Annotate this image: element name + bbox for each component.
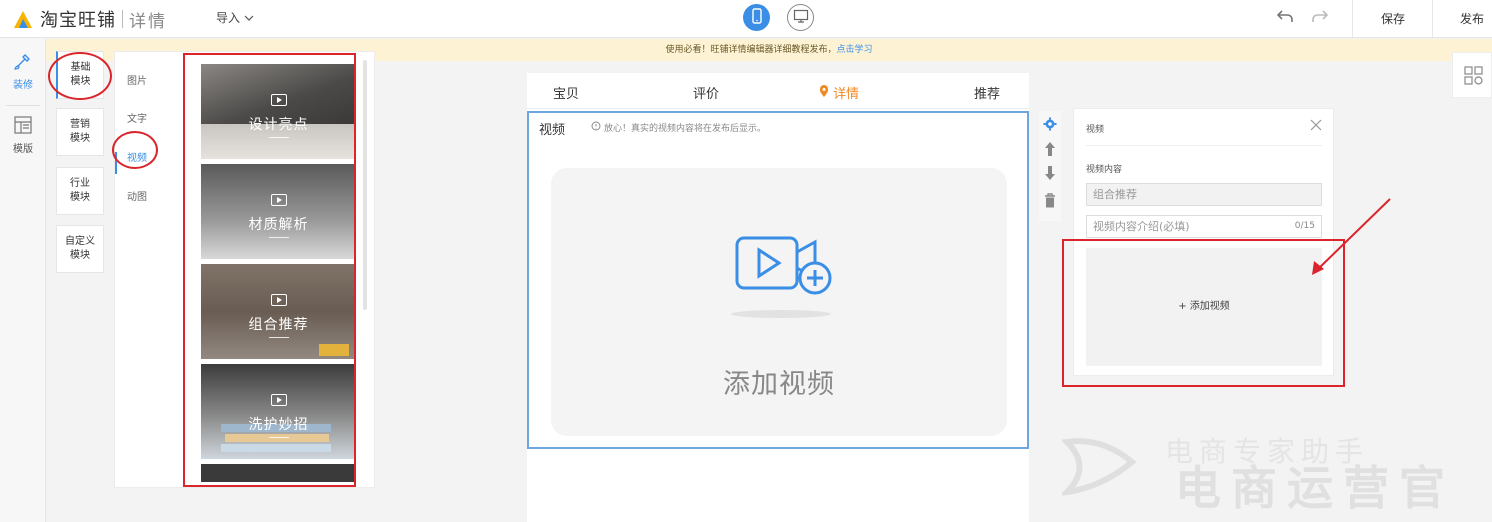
video-content-label: 视频内容 xyxy=(1086,165,1123,175)
subtype-text[interactable]: 文字 xyxy=(127,110,147,125)
panel-divider xyxy=(1086,145,1322,146)
publish-button[interactable]: 发布 xyxy=(1460,10,1484,27)
subtype-image[interactable]: 图片 xyxy=(127,72,147,87)
video-content-select[interactable]: 组合推荐 xyxy=(1086,183,1322,206)
arrow-down-icon[interactable] xyxy=(1043,165,1057,181)
annotation-arrow xyxy=(1312,198,1391,275)
gear-icon[interactable] xyxy=(1043,117,1057,133)
category-label-line2: 模块 xyxy=(70,133,90,144)
add-video-label: 添加视频 xyxy=(723,369,835,400)
annotation-circle xyxy=(112,131,158,169)
video-intro-input[interactable]: 视频内容介绍(必填) 0/15 xyxy=(1086,215,1322,238)
trash-icon[interactable] xyxy=(1043,193,1057,209)
left-rail: 装修 模版 xyxy=(0,39,46,522)
arrow-up-icon[interactable] xyxy=(1043,141,1057,157)
brand-name: 淘宝旺铺 xyxy=(40,10,116,31)
annotation-circle xyxy=(48,52,112,100)
toolbar-divider xyxy=(1352,0,1353,38)
scrollbar[interactable] xyxy=(363,60,367,310)
save-button[interactable]: 保存 xyxy=(1381,10,1405,27)
category-label-line2: 模块 xyxy=(70,192,90,203)
monitor-icon xyxy=(793,9,809,26)
tab-details[interactable]: 详情 xyxy=(819,83,859,102)
tab-recommend[interactable]: 推荐 xyxy=(974,83,1000,102)
brand-divider xyxy=(122,10,123,28)
notice-text: 使用必看！旺铺详情编辑器详细教程发布， xyxy=(665,45,837,55)
video-module[interactable]: 视频 放心！真实的视频内容将在发布后显示。 添加视频 xyxy=(527,111,1029,449)
watermark-logo xyxy=(1062,438,1137,496)
watermark-title: 电商运营官 xyxy=(1175,461,1455,515)
tab-item[interactable]: 宝贝 xyxy=(553,83,579,102)
toolbar-divider xyxy=(1432,0,1433,38)
preview-tabs: 宝贝 评价 详情 推荐 xyxy=(527,73,1029,109)
brand-subtitle: 详情 xyxy=(129,11,167,32)
rail-divider xyxy=(6,105,40,106)
category-marketing-modules[interactable]: 营销 模块 xyxy=(56,108,104,156)
panel-title: 视频 xyxy=(1086,125,1105,135)
desktop-view-button[interactable] xyxy=(787,4,814,31)
layout-panel-button[interactable] xyxy=(1452,52,1492,98)
module-title: 视频 xyxy=(539,123,566,138)
tab-label: 详情 xyxy=(833,87,860,102)
rail-label: 装修 xyxy=(13,80,33,91)
rail-item-template[interactable]: 模版 xyxy=(0,115,46,155)
category-label-line1: 自定义 xyxy=(65,236,95,247)
close-icon[interactable] xyxy=(1310,119,1322,135)
rail-item-decorate[interactable]: 装修 xyxy=(0,53,46,91)
taobao-shop-logo-icon xyxy=(12,8,34,30)
mobile-view-button[interactable] xyxy=(743,4,770,31)
chevron-down-icon xyxy=(244,11,254,25)
module-toolbar xyxy=(1039,111,1061,221)
category-label-line2: 模块 xyxy=(70,250,90,261)
logo: 淘宝旺铺 详情 xyxy=(12,6,167,32)
category-label-line1: 营销 xyxy=(70,119,90,130)
top-bar: 淘宝旺铺 详情 导入 保存 发布 xyxy=(0,0,1492,38)
undo-icon[interactable] xyxy=(1276,8,1294,27)
module-category-column: 基础 模块 营销 模块 行业 模块 自定义 模块 xyxy=(46,51,114,522)
rail-label: 模版 xyxy=(13,144,33,155)
location-pin-icon xyxy=(819,85,829,102)
import-label: 导入 xyxy=(216,11,241,25)
tab-reviews[interactable]: 评价 xyxy=(693,83,719,102)
phone-preview: 宝贝 评价 详情 推荐 视频 放心！真实的视频内容将在发布后显示。 添加视频 xyxy=(527,73,1029,522)
category-custom-modules[interactable]: 自定义 模块 xyxy=(56,225,104,273)
import-dropdown[interactable]: 导入 xyxy=(216,9,254,26)
category-label-line1: 行业 xyxy=(70,178,90,189)
info-icon xyxy=(591,121,601,134)
add-video-placeholder[interactable]: 添加视频 xyxy=(551,168,1007,436)
redo-icon[interactable] xyxy=(1311,8,1329,27)
mobile-icon xyxy=(751,8,763,27)
module-tip: 放心！真实的视频内容将在发布后显示。 xyxy=(591,121,766,134)
annotation-box xyxy=(183,53,356,487)
subtype-gif[interactable]: 动图 xyxy=(127,188,147,203)
template-icon xyxy=(13,116,33,138)
tip-text: 放心！真实的视频内容将在发布后显示。 xyxy=(604,124,767,134)
category-industry-modules[interactable]: 行业 模块 xyxy=(56,167,104,215)
notice-link[interactable]: 点击学习 xyxy=(837,45,873,55)
brush-icon xyxy=(13,54,33,74)
video-intro-placeholder: 视频内容介绍(必填) xyxy=(1093,220,1190,233)
